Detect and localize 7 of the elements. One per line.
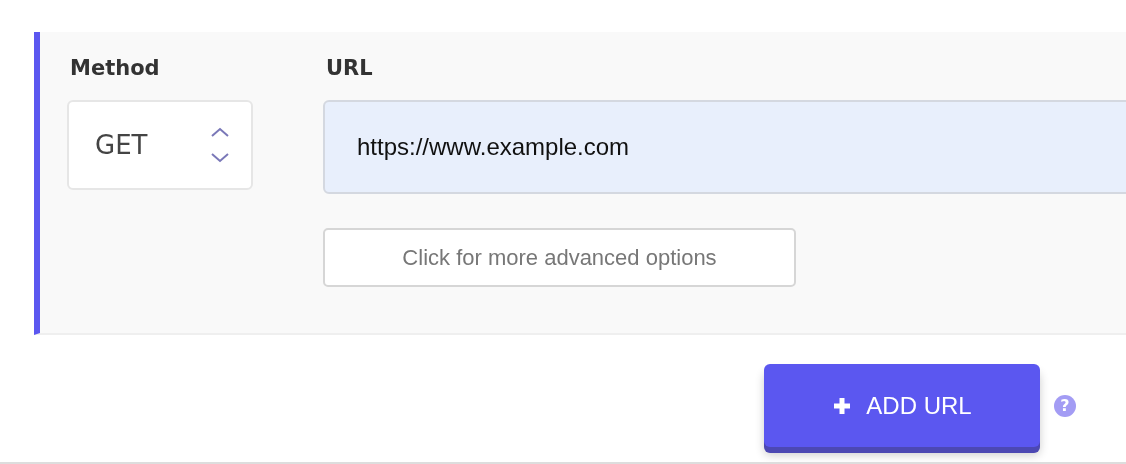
advanced-options-button[interactable]: Click for more advanced options bbox=[323, 228, 796, 287]
plus-icon bbox=[832, 395, 853, 416]
url-label: URL bbox=[325, 56, 374, 82]
up-down-chevron-icon bbox=[209, 126, 231, 164]
method-select[interactable]: GET bbox=[67, 100, 253, 190]
method-label: Method bbox=[69, 56, 161, 82]
url-input[interactable]: https://www.example.com bbox=[323, 100, 1126, 194]
